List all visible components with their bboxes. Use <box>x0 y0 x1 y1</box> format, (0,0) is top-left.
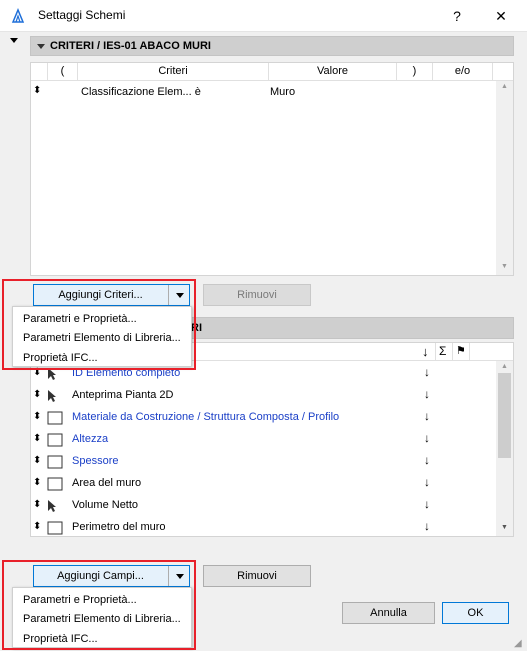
sort-direction-icon[interactable]: ↓ <box>424 431 430 445</box>
column-open-paren[interactable]: ( <box>48 63 78 80</box>
drag-handle-icon[interactable]: ⬍ <box>33 477 41 488</box>
collapse-triangle-icon <box>37 44 45 49</box>
field-row-label: Spessore <box>72 455 119 467</box>
archicad-app-icon <box>11 8 25 23</box>
drag-handle-icon[interactable]: ⬍ <box>33 411 41 422</box>
criteria-section-header[interactable]: CRITERI / IES-01 ABACO MURI <box>30 36 514 56</box>
criteria-row[interactable]: ⬍ Classificazione Elem... è Muro <box>31 84 495 102</box>
close-button[interactable]: ✕ <box>478 0 524 32</box>
drag-handle-icon[interactable]: ⬍ <box>33 85 41 96</box>
drag-handle-icon[interactable]: ⬍ <box>33 455 41 466</box>
field-box-icon <box>47 477 63 494</box>
field-box-icon <box>47 411 63 428</box>
scroll-thumb[interactable] <box>498 373 511 458</box>
criteria-section-title: CRITERI / IES-01 ABACO MURI <box>50 40 211 52</box>
column-criteri[interactable]: Criteri <box>78 63 269 80</box>
field-box-icon <box>47 455 63 472</box>
field-row-label: Altezza <box>72 433 109 445</box>
column-drag <box>31 63 48 80</box>
sort-direction-icon[interactable]: ↓ <box>424 365 430 379</box>
field-row[interactable]: ⬍ Altezza ↓ <box>31 429 495 451</box>
sum-icon[interactable]: Σ <box>439 344 446 358</box>
header-divider <box>452 343 453 361</box>
field-row[interactable]: ⬍ Spessore ↓ <box>31 451 495 473</box>
remove-criteria-button[interactable]: Rimuovi <box>203 284 311 306</box>
header-divider <box>435 343 436 361</box>
drag-handle-icon[interactable]: ⬍ <box>33 433 41 444</box>
sort-direction-icon[interactable]: ↓ <box>424 497 430 511</box>
scroll-up-icon[interactable]: ▲ <box>501 83 508 90</box>
sort-order-icon[interactable]: ↓ <box>422 344 429 359</box>
drag-handle-icon[interactable]: ⬍ <box>33 499 41 510</box>
column-close-paren[interactable]: ) <box>397 63 433 80</box>
highlight-box <box>2 279 196 370</box>
fields-rows: ⬍ ID Elemento completo ↓ ⬍ Anteprima Pianta … <box>31 363 495 536</box>
drag-handle-icon[interactable]: ⬍ <box>33 521 41 532</box>
field-row-label: Perimetro del muro <box>72 521 166 533</box>
cursor-icon <box>47 499 57 516</box>
sort-direction-icon[interactable]: ↓ <box>424 453 430 467</box>
window-title: Settaggi Schemi <box>38 8 126 22</box>
scroll-down-icon[interactable]: ▼ <box>501 263 508 270</box>
field-row[interactable]: ⬍ Volume Netto ↓ <box>31 495 495 517</box>
help-button[interactable]: ? <box>434 0 480 32</box>
field-box-icon <box>47 521 63 538</box>
criteria-table-header: ( Criteri Valore ) e/o <box>31 63 513 81</box>
field-row[interactable]: ⬍ Materiale da Costruzione / Struttura Co… <box>31 407 495 429</box>
cancel-button[interactable]: Annulla <box>342 602 435 624</box>
cursor-icon <box>47 389 57 406</box>
remove-fields-button[interactable]: Rimuovi <box>203 565 311 587</box>
field-row[interactable]: ⬍ Area del muro ↓ <box>31 473 495 495</box>
scroll-up-icon[interactable]: ▲ <box>501 363 508 370</box>
criteria-scrollbar[interactable]: ▲ ▼ <box>496 81 513 275</box>
criteria-row-valore: Muro <box>270 86 296 98</box>
sort-direction-icon[interactable]: ↓ <box>424 387 430 401</box>
field-row[interactable]: ⬍ Anteprima Pianta 2D ↓ <box>31 385 495 407</box>
flag-icon[interactable]: ⚑ <box>456 344 466 357</box>
sort-direction-icon[interactable]: ↓ <box>424 475 430 489</box>
fields-scrollbar[interactable]: ▲ ▼ <box>496 361 513 536</box>
drag-handle-icon[interactable]: ⬍ <box>33 389 41 400</box>
criteria-table: ( Criteri Valore ) e/o ⬍ Classificazione… <box>30 62 514 276</box>
field-row-label: Anteprima Pianta 2D <box>72 389 174 401</box>
column-e-o[interactable]: e/o <box>433 63 493 80</box>
field-row[interactable]: ⬍ Perimetro del muro ↓ <box>31 517 495 539</box>
sort-direction-icon[interactable]: ↓ <box>424 519 430 533</box>
column-valore[interactable]: Valore <box>269 63 397 80</box>
panel-collapse-icon[interactable] <box>10 38 18 43</box>
field-row-label: Materiale da Costruzione / Struttura Com… <box>72 411 340 423</box>
resize-grip-icon[interactable]: ◢ <box>514 638 522 649</box>
field-box-icon <box>47 433 63 450</box>
sort-direction-icon[interactable]: ↓ <box>424 409 430 423</box>
highlight-box <box>2 560 196 650</box>
ok-button[interactable]: OK <box>442 602 509 624</box>
field-row-label: Volume Netto <box>72 499 139 511</box>
title-bar: Settaggi Schemi ? ✕ <box>0 0 527 32</box>
fields-list: ↓ Σ ⚑ ⬍ ID Elemento completo ↓ ⬍ Anteprima P… <box>30 342 514 537</box>
field-row-label: Area del muro <box>72 477 142 489</box>
header-divider <box>469 343 470 361</box>
scroll-down-icon[interactable]: ▼ <box>501 524 508 531</box>
criteria-row-criterio: Classificazione Elem... è <box>81 86 201 98</box>
